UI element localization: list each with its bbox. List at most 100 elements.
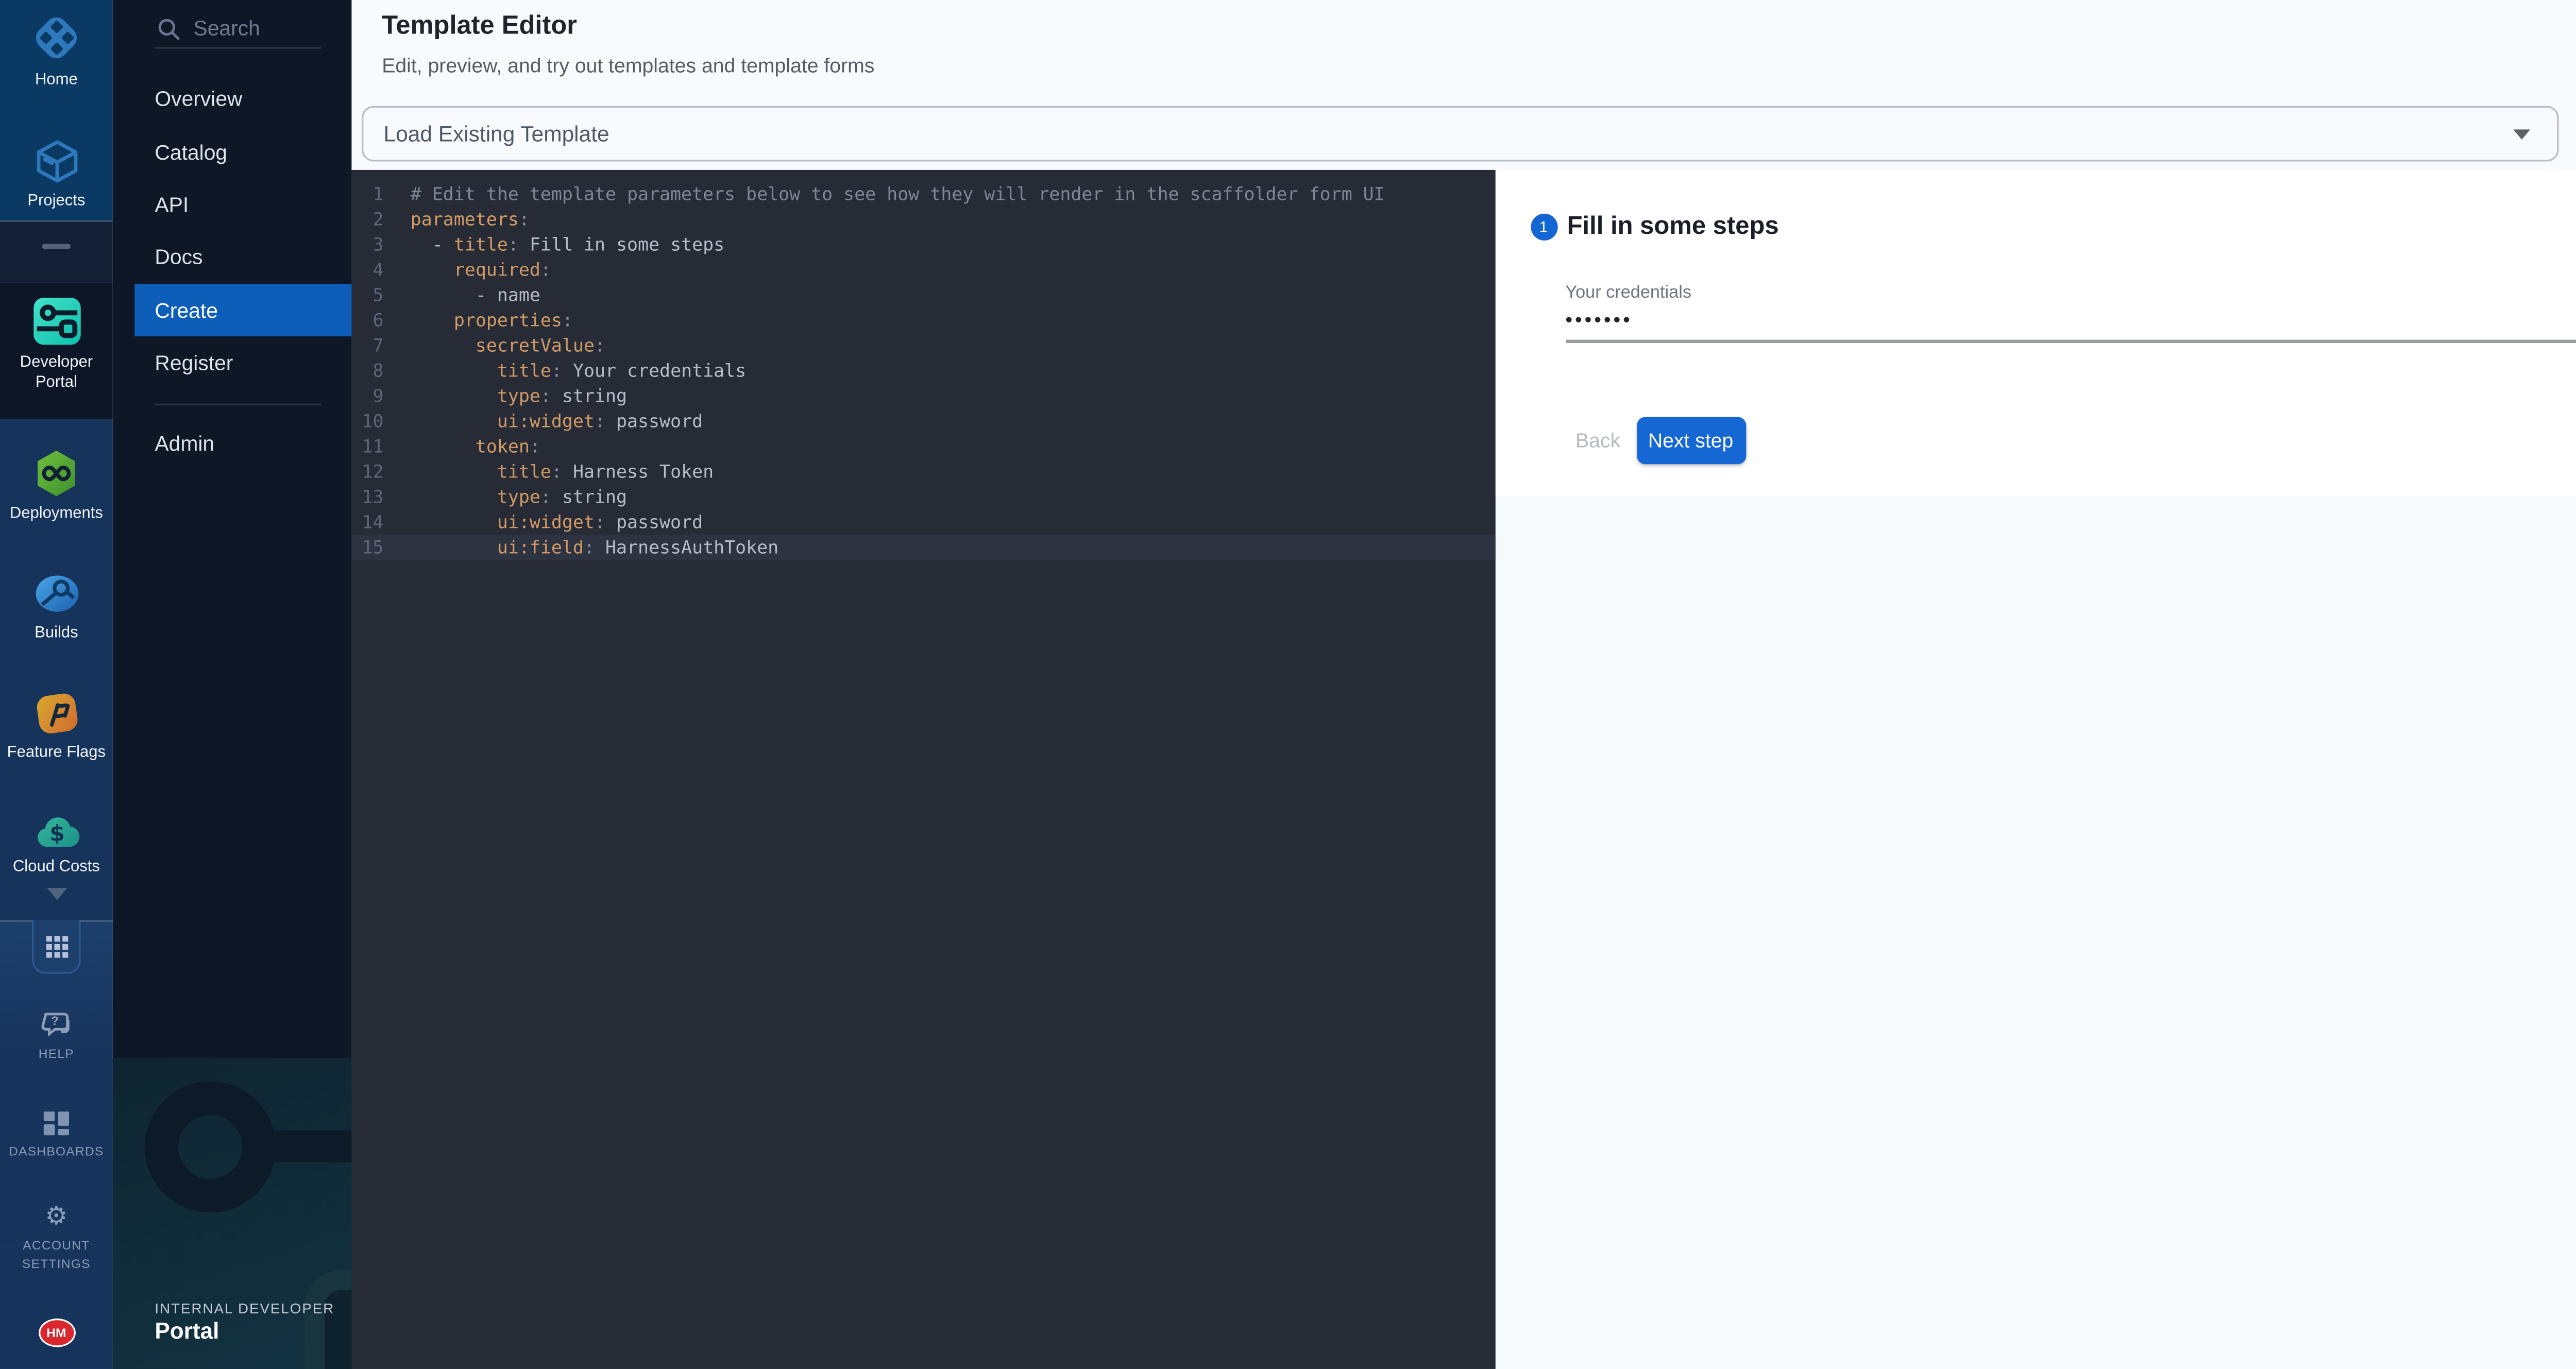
code-line[interactable]: 13 type: string bbox=[351, 484, 1495, 509]
brand-subtitle: INTERNAL DEVELOPER bbox=[155, 1300, 334, 1317]
gear-icon: ⚙ bbox=[45, 1201, 67, 1231]
code-line[interactable]: 4 required: bbox=[351, 258, 1495, 283]
drag-handle[interactable] bbox=[42, 244, 71, 249]
credentials-input[interactable]: ••••••• bbox=[1565, 308, 1632, 332]
search-icon bbox=[158, 18, 180, 39]
code-lines: 1# Edit the template parameters below to… bbox=[351, 182, 1495, 560]
sidebar-item-create[interactable]: Create bbox=[134, 284, 351, 336]
sidebar-item-label: Deployments bbox=[0, 505, 113, 525]
code-line[interactable]: 12 title: Harness Token bbox=[351, 459, 1495, 484]
sidebar-item-label: Feature Flags bbox=[0, 743, 113, 763]
avatar[interactable]: HM bbox=[38, 1319, 75, 1347]
screen: Home Projects bbox=[0, 0, 2576, 1369]
line-content: ui:widget: password bbox=[383, 408, 703, 434]
sidebar-item-label: Cloud Costs bbox=[0, 858, 113, 878]
code-line[interactable]: 8 title: Your credentials bbox=[351, 358, 1495, 384]
line-content: title: Your credentials bbox=[383, 358, 746, 384]
line-number: 6 bbox=[351, 308, 383, 333]
code-line[interactable]: 15 ui:field: HarnessAuthToken bbox=[351, 535, 1495, 560]
line-number: 4 bbox=[351, 258, 383, 283]
line-content: title: Harness Token bbox=[383, 459, 714, 484]
builds-icon bbox=[31, 569, 81, 619]
sidebar-item-deployments[interactable]: Deployments bbox=[0, 448, 113, 525]
back-button[interactable]: Back bbox=[1575, 429, 1620, 453]
sidebar-item-builds[interactable]: Builds bbox=[0, 569, 113, 644]
dropdown-value: Load Existing Template bbox=[383, 121, 2513, 146]
dashboards-icon bbox=[42, 1110, 71, 1137]
line-content: ui:field: HarnessAuthToken bbox=[383, 535, 778, 560]
code-line[interactable]: 1# Edit the template parameters below to… bbox=[351, 182, 1495, 207]
sidebar-item-docs[interactable]: Docs bbox=[155, 246, 202, 269]
module-section-divider bbox=[0, 220, 113, 283]
sidebar-item-developer-portal[interactable]: Developer Portal bbox=[0, 294, 113, 393]
help-icon: ? bbox=[40, 1011, 73, 1039]
yaml-code-editor[interactable]: 1# Edit the template parameters below to… bbox=[351, 170, 1495, 1369]
line-number: 15 bbox=[351, 535, 383, 560]
chevron-down-icon[interactable] bbox=[46, 888, 66, 900]
sidebar-item-dashboards[interactable]: DASHBOARDS bbox=[0, 1110, 113, 1160]
brand-area: INTERNAL DEVELOPER Portal bbox=[113, 1058, 352, 1369]
code-line[interactable]: 6 properties: bbox=[351, 308, 1495, 333]
sidebar-item-api[interactable]: API bbox=[155, 194, 189, 217]
form-preview-panel: 1 Fill in some steps Your credentials ••… bbox=[1495, 170, 2576, 1369]
line-content: required: bbox=[383, 258, 551, 283]
line-number: 7 bbox=[351, 333, 383, 358]
code-line[interactable]: 11 token: bbox=[351, 434, 1495, 459]
sidebar-item-label: DASHBOARDS bbox=[0, 1142, 113, 1160]
divider bbox=[155, 47, 321, 48]
code-line[interactable]: 3 - title: Fill in some steps bbox=[351, 232, 1495, 258]
decorative-bar bbox=[273, 1130, 351, 1162]
sidebar-item-cloud-costs[interactable]: $ Cloud Costs bbox=[0, 809, 113, 878]
sidebar-item-projects[interactable]: Projects bbox=[0, 136, 113, 212]
credentials-label: Your credentials bbox=[1565, 283, 1691, 303]
page-subtitle: Edit, preview, and try out templates and… bbox=[382, 54, 874, 77]
sidebar-item-label: ACCOUNT SETTINGS bbox=[11, 1236, 101, 1273]
line-number: 12 bbox=[351, 459, 383, 484]
line-content: parameters: bbox=[383, 207, 529, 232]
line-number: 2 bbox=[351, 207, 383, 232]
home-icon bbox=[29, 10, 84, 66]
sidebar-item-label: Builds bbox=[0, 624, 113, 644]
code-line[interactable]: 2parameters: bbox=[351, 207, 1495, 232]
grid-icon bbox=[45, 934, 69, 958]
code-line[interactable]: 7 secretValue: bbox=[351, 333, 1495, 358]
sidebar-item-account-settings[interactable]: ⚙ ACCOUNT SETTINGS bbox=[0, 1203, 113, 1273]
line-content: token: bbox=[383, 434, 540, 459]
sidebar-item-feature-flags[interactable]: Feature Flags bbox=[0, 688, 113, 764]
deployments-icon bbox=[30, 448, 82, 500]
code-line[interactable]: 10 ui:widget: password bbox=[351, 408, 1495, 434]
search-placeholder: Search bbox=[194, 17, 260, 41]
decorative-square bbox=[304, 1270, 351, 1369]
sidebar-item-home[interactable]: Home bbox=[0, 10, 113, 91]
sidebar-item-label: Projects bbox=[0, 192, 113, 212]
line-number: 1 bbox=[351, 182, 383, 207]
module-section-bottom: ? HELP DASHBOARDS ⚙ ACCOUNT SETTINGS HM bbox=[0, 920, 113, 1369]
line-number: 9 bbox=[351, 383, 383, 408]
code-line[interactable]: 14 ui:widget: password bbox=[351, 509, 1495, 535]
dropdown-caret-icon bbox=[2513, 129, 2530, 139]
line-content: - title: Fill in some steps bbox=[383, 232, 724, 258]
projects-icon bbox=[31, 136, 81, 186]
svg-text:$: $ bbox=[49, 822, 64, 847]
plugin-sidebar: Search Overview Catalog API Docs Create … bbox=[113, 0, 352, 1369]
line-content: - name bbox=[383, 283, 540, 308]
next-step-button[interactable]: Next step bbox=[1636, 417, 1745, 464]
line-content: type: string bbox=[383, 484, 627, 509]
sidebar-item-catalog[interactable]: Catalog bbox=[155, 141, 227, 165]
code-line[interactable]: 5 - name bbox=[351, 283, 1495, 308]
page-title: Template Editor bbox=[382, 12, 577, 42]
sidebar-item-help[interactable]: ? HELP bbox=[0, 1011, 113, 1063]
step-badge: 1 bbox=[1530, 214, 1557, 241]
sidebar-item-register[interactable]: Register bbox=[155, 351, 233, 375]
module-section-active: Developer Portal bbox=[0, 283, 113, 419]
load-template-dropdown[interactable]: Load Existing Template bbox=[362, 106, 2558, 162]
line-number: 14 bbox=[351, 509, 383, 535]
sidebar-item-admin[interactable]: Admin bbox=[155, 432, 214, 456]
sidebar-item-overview[interactable]: Overview bbox=[155, 88, 242, 111]
decorative-ring bbox=[145, 1082, 276, 1213]
line-content: ui:widget: password bbox=[383, 509, 703, 535]
search-field[interactable]: Search bbox=[158, 17, 260, 41]
line-number: 10 bbox=[351, 408, 383, 434]
module-picker-button[interactable] bbox=[32, 920, 81, 973]
code-line[interactable]: 9 type: string bbox=[351, 383, 1495, 408]
